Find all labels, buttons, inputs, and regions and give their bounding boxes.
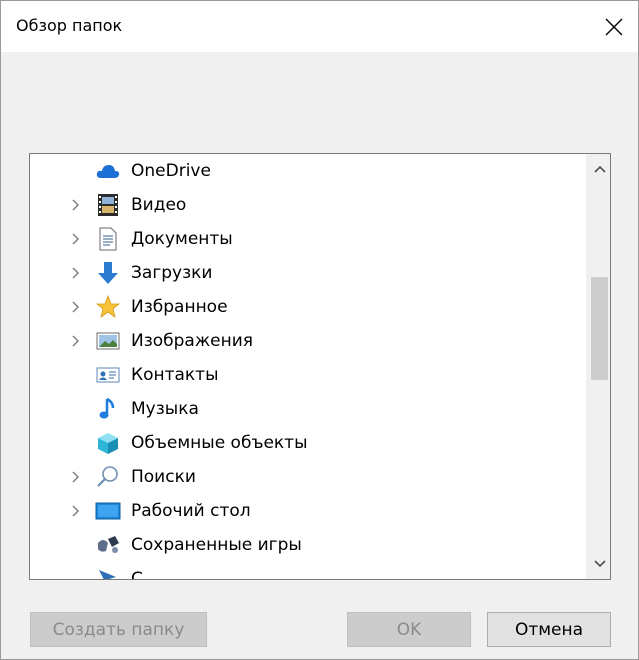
pictures-icon <box>95 328 121 354</box>
new-folder-button[interactable]: Создать папку <box>30 612 207 647</box>
tree-item-music[interactable]: Музыка <box>30 392 585 426</box>
tree-item-label: С <box>131 569 143 580</box>
tree-item-contacts[interactable]: Контакты <box>30 358 585 392</box>
tree-item-downloads[interactable]: Загрузки <box>30 256 585 290</box>
expand-chevron-icon[interactable] <box>70 494 82 528</box>
tree-item-links[interactable]: С <box>30 562 585 580</box>
tree-item-searches[interactable]: Поиски <box>30 460 585 494</box>
tree-item-label: Сохраненные игры <box>131 535 302 555</box>
tree-item-favorites[interactable]: Избранное <box>30 290 585 324</box>
tree-item-label: Избранное <box>131 297 228 317</box>
tree-item-label: OneDrive <box>131 161 211 181</box>
music-note-icon <box>95 396 121 422</box>
chevron-down-icon <box>593 560 606 568</box>
document-icon <box>95 226 121 252</box>
tree-item-label: Изображения <box>131 331 254 351</box>
tree-item-video[interactable]: Видео <box>30 188 585 222</box>
tree-item-desktop[interactable]: Рабочий стол <box>30 494 585 528</box>
scroll-up-button[interactable] <box>591 160 608 178</box>
tree-item-label: Рабочий стол <box>131 501 251 521</box>
close-button[interactable] <box>590 1 638 52</box>
tree-item-label: Видео <box>131 195 187 215</box>
tree-item-label: Объемные объекты <box>131 433 308 453</box>
tree-item-onedrive[interactable]: OneDrive <box>30 154 585 188</box>
download-arrow-icon <box>95 260 121 286</box>
tree-item-saved-games[interactable]: Сохраненные игры <box>30 528 585 562</box>
onedrive-cloud-icon <box>95 158 121 184</box>
close-icon <box>605 18 623 35</box>
expand-chevron-icon[interactable] <box>70 460 82 494</box>
expand-chevron-icon[interactable] <box>70 290 82 324</box>
chevron-up-icon <box>593 165 606 173</box>
search-magnifier-icon <box>95 464 121 490</box>
contact-card-icon <box>95 362 121 388</box>
3d-cube-icon <box>95 430 121 456</box>
dialog-title: Обзор папок <box>16 16 123 35</box>
tree-item-label: Контакты <box>131 365 219 385</box>
tree-item-label: Поиски <box>131 467 196 487</box>
tree-item-documents[interactable]: Документы <box>30 222 585 256</box>
ok-button[interactable]: OK <box>347 612 471 647</box>
cancel-button[interactable]: Отмена <box>487 612 611 647</box>
tree-item-label: Музыка <box>131 399 199 419</box>
expand-chevron-icon[interactable] <box>70 256 82 290</box>
folder-tree[interactable]: OneDrive Видео Документы Загрузки Избран… <box>29 153 611 580</box>
tree-item-3d-objects[interactable]: Объемные объекты <box>30 426 585 460</box>
expand-chevron-icon[interactable] <box>70 222 82 256</box>
expand-chevron-icon[interactable] <box>70 188 82 222</box>
vertical-scrollbar[interactable] <box>586 154 610 579</box>
tree-item-label: Загрузки <box>131 263 213 283</box>
scroll-down-button[interactable] <box>591 555 608 573</box>
tree-item-label: Документы <box>131 229 233 249</box>
video-film-icon <box>95 192 121 218</box>
desktop-icon <box>95 498 121 524</box>
scrollbar-thumb[interactable] <box>591 277 608 380</box>
links-icon <box>95 566 121 579</box>
saved-games-icon <box>95 532 121 558</box>
browse-folders-dialog: Обзор папок OneDrive Видео Документы Заг… <box>0 0 639 660</box>
expand-chevron-icon[interactable] <box>70 324 82 358</box>
tree-item-pictures[interactable]: Изображения <box>30 324 585 358</box>
title-bar: Обзор папок <box>1 1 638 52</box>
star-icon <box>95 294 121 320</box>
